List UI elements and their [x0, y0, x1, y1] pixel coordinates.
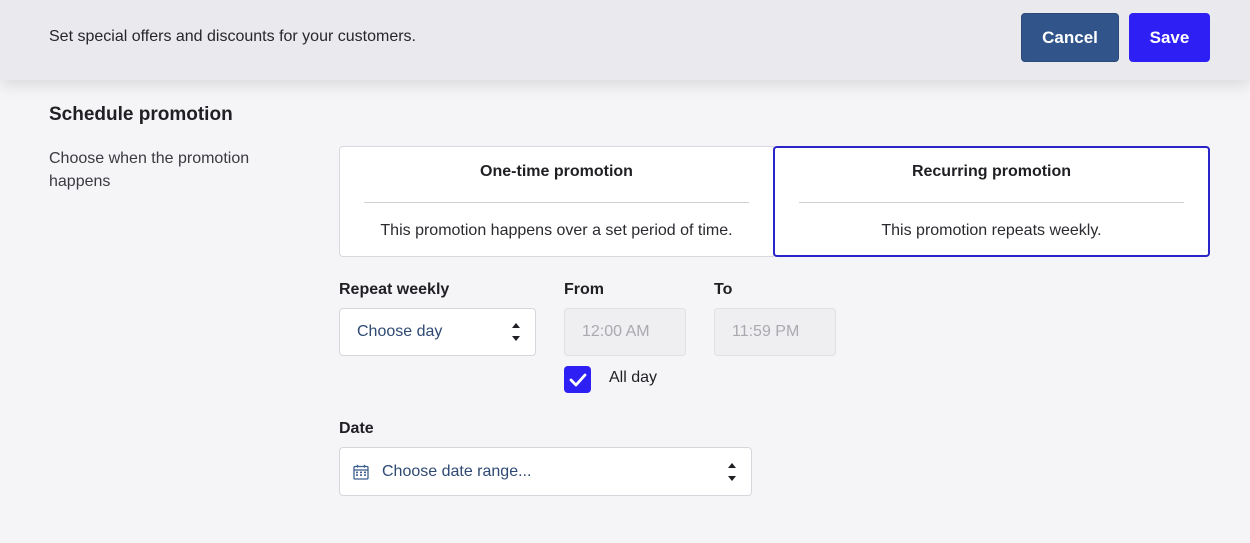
cancel-button[interactable]: Cancel — [1021, 13, 1119, 62]
option-title: Recurring promotion — [911, 163, 1072, 180]
top-bar: Set special offers and discounts for you… — [0, 0, 1250, 80]
from-time-input[interactable]: 12:00 AM — [564, 308, 686, 356]
to-label: To — [714, 281, 733, 298]
all-day-checkbox[interactable] — [564, 366, 591, 393]
repeat-day-select[interactable]: Choose day — [339, 308, 536, 356]
from-label: From — [564, 281, 604, 298]
checkmark-icon — [569, 373, 586, 386]
one-time-promotion-option[interactable]: One-time promotion This promotion happen… — [339, 146, 774, 257]
up-down-arrows-icon — [512, 323, 520, 341]
date-label: Date — [339, 420, 374, 437]
repeat-weekly-label: Repeat weekly — [339, 281, 450, 298]
option-title: One-time promotion — [480, 163, 633, 180]
calendar-icon — [353, 464, 369, 480]
section-description: Choose when the promotion happens — [49, 150, 250, 190]
repeat-day-value: Choose day — [357, 323, 443, 340]
option-subtitle: This promotion repeats weekly. — [881, 222, 1102, 239]
date-range-value: Choose date range... — [382, 462, 532, 480]
save-button[interactable]: Save — [1129, 13, 1210, 62]
up-down-arrows-icon — [728, 462, 736, 481]
to-time-input[interactable]: 11:59 PM — [714, 308, 836, 356]
option-divider — [364, 202, 749, 203]
all-day-label: All day — [609, 369, 658, 386]
recurring-promotion-option[interactable]: Recurring promotion This promotion repea… — [773, 146, 1210, 257]
header-description: Set special offers and discounts for you… — [49, 28, 416, 45]
section-title: Schedule promotion — [49, 104, 233, 125]
date-range-select[interactable]: Choose date range... — [339, 447, 752, 496]
option-subtitle: This promotion happens over a set period… — [380, 222, 733, 239]
option-divider — [799, 202, 1184, 203]
